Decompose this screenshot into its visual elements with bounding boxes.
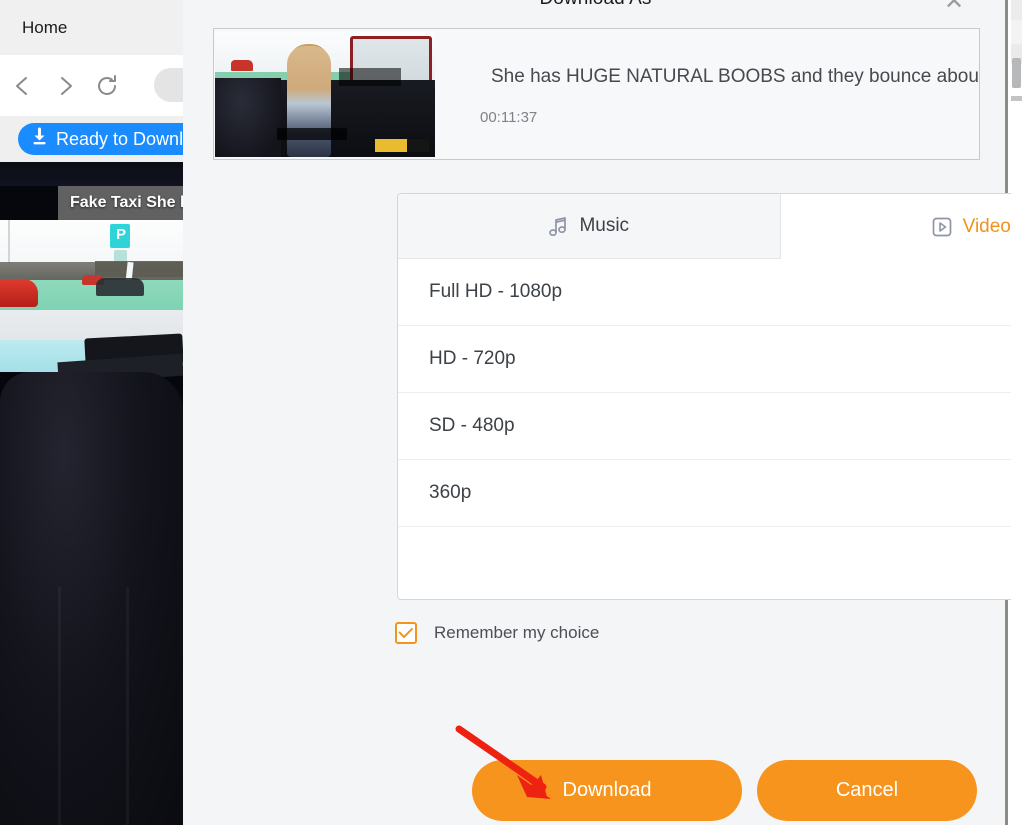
quality-label: 360p — [429, 482, 472, 503]
video-title-overlay: Fake Taxi She has — [58, 186, 183, 220]
close-x-icon[interactable]: ✕ — [941, 0, 967, 15]
ready-to-download-button[interactable]: Ready to Download — [18, 123, 183, 155]
background-video-player[interactable]: Fake Taxi She has — [0, 162, 183, 825]
arrow-right-icon[interactable] — [47, 68, 83, 104]
quality-panel: Music Video Full HD - 1080p HD - 720p SD… — [397, 193, 1022, 600]
video-play-icon — [932, 217, 952, 237]
video-title: She has HUGE NATURAL BOOBS and they boun… — [491, 66, 980, 87]
page-right-edge-strip — [1011, 0, 1022, 825]
download-button-label: Download — [562, 779, 652, 801]
video-info-card: She has HUGE NATURAL BOOBS and they boun… — [213, 28, 980, 160]
browser-tab-strip: Home — [0, 0, 183, 55]
download-status-bar: Ready to Download — [0, 116, 183, 162]
tab-music-label: Music — [579, 215, 630, 236]
browser-nav-bar — [0, 55, 183, 116]
remember-choice-row[interactable]: Remember my choice — [395, 622, 599, 644]
ready-to-download-label: Ready to Download — [56, 128, 183, 149]
video-dark-car — [96, 278, 144, 296]
quality-row[interactable]: Full HD - 1080p — [398, 259, 1022, 326]
music-note-icon — [548, 216, 568, 237]
video-overlay-title-text: Fake Taxi She has — [70, 194, 183, 211]
quality-label: Full HD - 1080p — [429, 281, 563, 302]
arrow-left-icon[interactable] — [5, 68, 41, 104]
video-car-seat — [0, 372, 183, 825]
tab-video-label: Video — [962, 215, 1011, 237]
download-as-dialog: Download As ✕ She has HUGE NATURAL BOOBS… — [183, 0, 1022, 825]
video-duration: 00:11:37 — [480, 109, 538, 126]
remember-choice-label: Remember my choice — [434, 623, 600, 642]
browser-tab-label: Home — [22, 17, 68, 37]
video-top-edge — [0, 162, 183, 186]
video-parking-sign — [110, 224, 130, 248]
browser-tab-home[interactable]: Home — [0, 0, 183, 55]
quality-row[interactable]: HD - 720p — [398, 326, 1022, 393]
download-arrow-icon — [30, 127, 49, 151]
tab-video[interactable]: Video — [780, 194, 1022, 259]
quality-row[interactable]: 360p — [398, 460, 1022, 527]
scrollbar-thumb[interactable] — [1012, 58, 1021, 88]
format-tab-bar: Music Video — [398, 194, 1022, 259]
cancel-button[interactable]: Cancel — [757, 760, 977, 821]
dialog-title: Download As — [183, 0, 1008, 10]
video-red-car — [0, 279, 38, 307]
dialog-footer: Download Cancel — [183, 760, 1008, 825]
cancel-button-label: Cancel — [835, 779, 899, 801]
download-button[interactable]: Download — [472, 760, 742, 821]
video-thumbnail — [215, 32, 435, 157]
reload-icon[interactable] — [89, 68, 125, 104]
quality-label: HD - 720p — [429, 348, 516, 369]
quality-label: SD - 480p — [429, 415, 515, 436]
video-pole — [8, 220, 10, 264]
tab-music[interactable]: Music — [398, 194, 781, 259]
video-hedge-row-far — [95, 261, 183, 277]
quality-row[interactable]: SD - 480p — [398, 393, 1022, 460]
background-browser-window: Home Ready to Download — [0, 0, 183, 825]
address-bar[interactable] — [154, 68, 183, 102]
quality-list-empty-space — [398, 527, 1022, 599]
remember-choice-checkbox[interactable] — [395, 622, 417, 644]
